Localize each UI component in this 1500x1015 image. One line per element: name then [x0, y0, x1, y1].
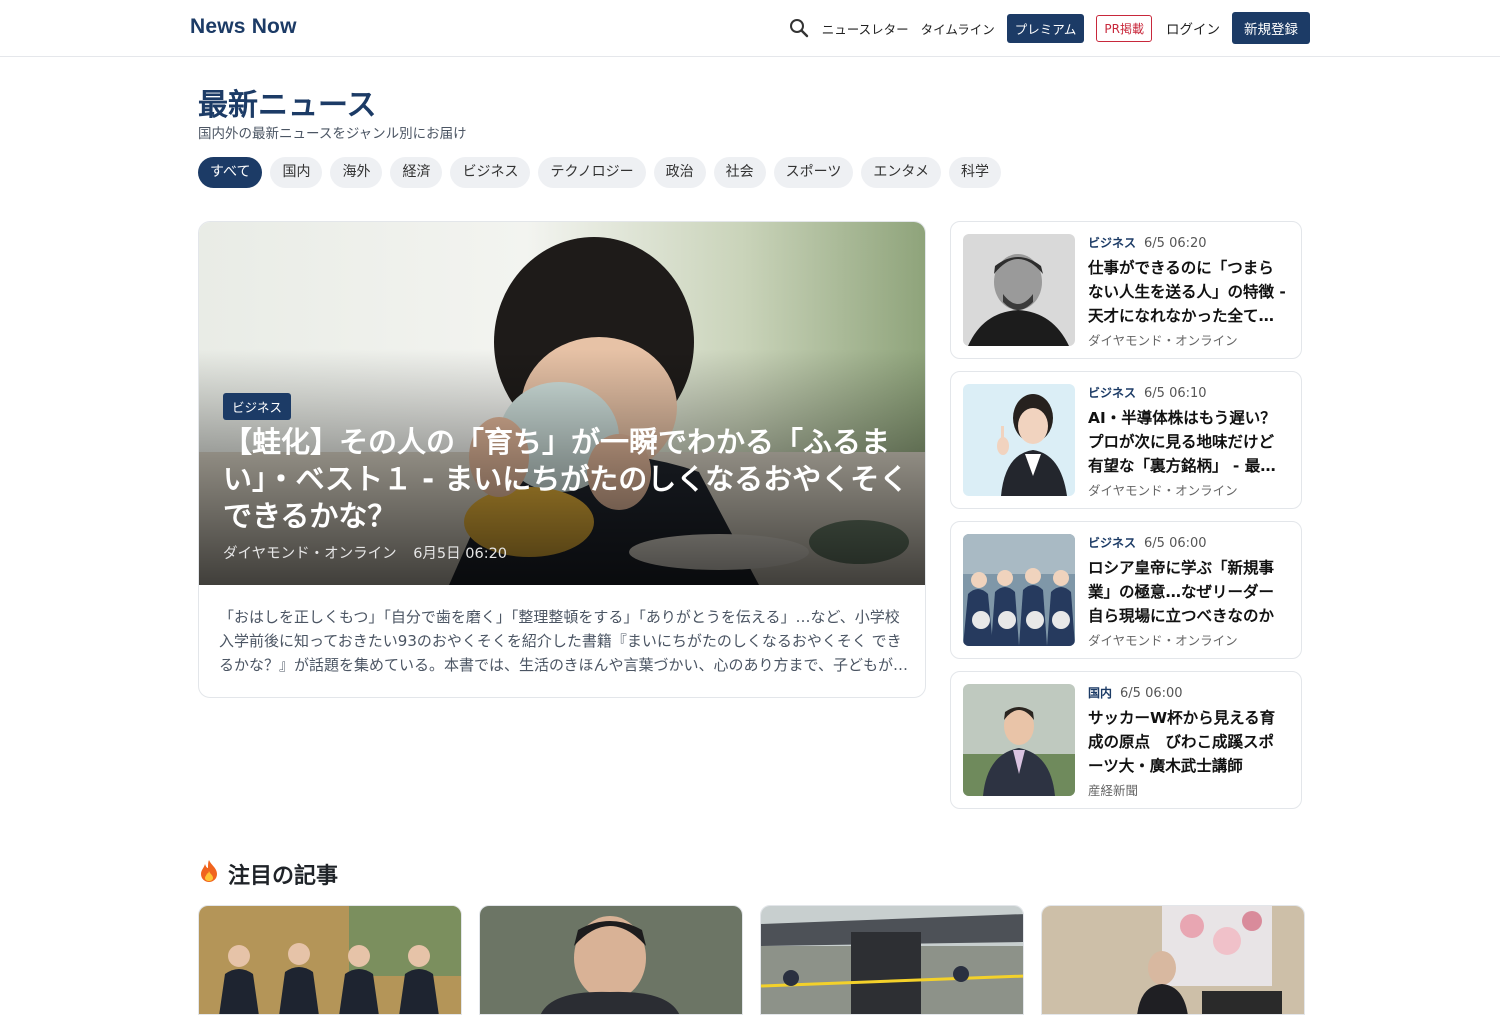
featured-section-title: 注目の記事 [198, 858, 338, 890]
side-article-time: 6/5 06:00 [1120, 686, 1183, 701]
side-article-time: 6/5 06:10 [1144, 386, 1207, 401]
hero-image: ビジネス 【蛙化】その人の「育ち」が一瞬でわかる「ふるまい」・ベスト１ - まい… [199, 222, 925, 585]
side-article-time: 6/5 06:20 [1144, 236, 1207, 251]
side-article-meta: ビジネス 6/5 06:20 [1088, 234, 1288, 252]
category-tabs: すべて 国内 海外 経済 ビジネス テクノロジー 政治 社会 スポーツ エンタメ… [198, 157, 1001, 188]
side-article-category: ビジネス [1088, 236, 1137, 250]
featured-article-card[interactable] [198, 905, 462, 1015]
side-article-source: ダイヤモンド・オンライン [1088, 483, 1238, 498]
side-article-title[interactable]: AI・半導体株はもう遅い？プロが次に見る地味だけど有望な「裏方銘柄」 - 最強の… [1088, 406, 1288, 478]
pr-button[interactable]: PR掲載 [1096, 14, 1152, 42]
fire-icon [198, 859, 220, 889]
featured-article-list [198, 905, 1305, 1015]
hero-article-card[interactable]: ビジネス 【蛙化】その人の「育ち」が一瞬でわかる「ふるまい」・ベスト１ - まい… [198, 221, 926, 698]
category-tab-overseas[interactable]: 海外 [330, 157, 383, 188]
side-article-body: ビジネス 6/5 06:20 仕事ができるのに「つまらない人生を送る人」の特徴 -… [1088, 234, 1288, 349]
featured-title-text: 注目の記事 [228, 864, 339, 889]
featured-article-card[interactable] [479, 905, 743, 1015]
premium-button[interactable]: プレミアム [1006, 13, 1085, 43]
category-tab-business[interactable]: ビジネス [450, 157, 531, 188]
category-tab-economy[interactable]: 経済 [390, 157, 443, 188]
category-tab-entertainment[interactable]: エンタメ [861, 157, 941, 188]
side-article-thumbnail [963, 234, 1075, 346]
page-title: 最新ニュース [198, 88, 377, 123]
side-article-source: ダイヤモンド・オンライン [1088, 333, 1238, 348]
hero-category-badge: ビジネス [223, 393, 292, 420]
side-article-meta: ビジネス 6/5 06:00 [1088, 534, 1288, 552]
hero-excerpt: 「おはしを正しくもつ」「自分で歯を磨く」「整理整頓をする」「ありがとうを伝える」… [219, 608, 908, 674]
side-article-title[interactable]: 仕事ができるのに「つまらない人生を送る人」の特徴 - 天才になれなかった全ての人… [1088, 256, 1288, 328]
site-header: News Now ニュースレター タイムライン プレミアム PR掲載 ログイン … [0, 0, 1500, 57]
hero-title[interactable]: 【蛙化】その人の「育ち」が一瞬でわかる「ふるまい」・ベスト１ - まいにちがたの… [223, 424, 913, 535]
side-article-category: ビジネス [1088, 536, 1137, 550]
featured-article-card[interactable] [760, 905, 1024, 1015]
category-tab-all[interactable]: すべて [198, 157, 263, 188]
side-article-card[interactable]: 国内 6/5 06:00 サッカーW杯から見える育成の原点 びわこ成蹊スポーツ大・… [950, 671, 1302, 809]
search-icon[interactable] [788, 17, 810, 39]
side-article-title[interactable]: サッカーW杯から見える育成の原点 びわこ成蹊スポーツ大・廣木武士講師 [1088, 706, 1288, 778]
side-article-meta: ビジネス 6/5 06:10 [1088, 384, 1288, 402]
side-article-card[interactable]: ビジネス 6/5 06:10 AI・半導体株はもう遅い？プロが次に見る地味だけど有… [950, 371, 1302, 509]
login-link[interactable]: ログイン [1166, 18, 1220, 38]
side-article-time: 6/5 06:00 [1144, 536, 1207, 551]
hero-date: 6月5日 06:20 [413, 546, 508, 562]
side-article-meta: 国内 6/5 06:00 [1088, 684, 1288, 702]
side-article-thumbnail [963, 384, 1075, 496]
nav-newsletter-link[interactable]: ニュースレター [822, 19, 909, 38]
side-article-body: 国内 6/5 06:00 サッカーW杯から見える育成の原点 びわこ成蹊スポーツ大・… [1088, 684, 1288, 799]
nav-timeline-link[interactable]: タイムライン [921, 19, 995, 38]
side-article-title[interactable]: ロシア皇帝に学ぶ「新規事業」の極意…なぜリーダー自ら現場に立つべきなのか [1088, 556, 1288, 628]
side-article-body: ビジネス 6/5 06:10 AI・半導体株はもう遅い？プロが次に見る地味だけど有… [1088, 384, 1288, 499]
category-tab-science[interactable]: 科学 [948, 157, 1001, 188]
side-article-category: ビジネス [1088, 386, 1137, 400]
category-tab-technology[interactable]: テクノロジー [538, 157, 646, 188]
side-article-category: 国内 [1088, 686, 1113, 700]
side-article-thumbnail [963, 684, 1075, 796]
side-article-card[interactable]: ビジネス 6/5 06:20 仕事ができるのに「つまらない人生を送る人」の特徴 -… [950, 221, 1302, 359]
page-subtitle: 国内外の最新ニュースをジャンル別にお届け [198, 126, 467, 142]
category-tab-domestic[interactable]: 国内 [270, 157, 323, 188]
hero-meta: ダイヤモンド・オンライン 6月5日 06:20 [223, 542, 507, 563]
side-article-card[interactable]: ビジネス 6/5 06:00 ロシア皇帝に学ぶ「新規事業」の極意…なぜリーダー自ら… [950, 521, 1302, 659]
side-article-body: ビジネス 6/5 06:00 ロシア皇帝に学ぶ「新規事業」の極意…なぜリーダー自ら… [1088, 534, 1288, 649]
featured-article-card[interactable] [1041, 905, 1305, 1015]
site-logo[interactable]: News Now [190, 15, 297, 39]
side-article-source: 産経新聞 [1088, 783, 1139, 798]
category-tab-society[interactable]: 社会 [713, 157, 766, 188]
side-article-source: ダイヤモンド・オンライン [1088, 633, 1238, 648]
category-tab-sports[interactable]: スポーツ [773, 157, 854, 188]
hero-source: ダイヤモンド・オンライン [223, 546, 397, 562]
category-tab-politics[interactable]: 政治 [653, 157, 706, 188]
top-nav: ニュースレター タイムライン プレミアム PR掲載 ログイン 新規登録 [788, 12, 1310, 44]
side-article-thumbnail [963, 534, 1075, 646]
register-button[interactable]: 新規登録 [1232, 12, 1310, 44]
